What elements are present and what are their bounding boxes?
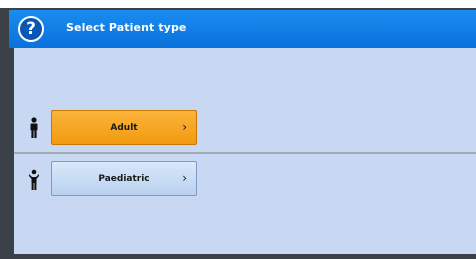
help-icon[interactable]: ?	[18, 16, 44, 42]
chevron-right-icon: ›	[182, 171, 187, 185]
child-person-icon	[29, 169, 39, 190]
adult-button-label: Adult	[110, 122, 138, 133]
dialog-title: Select Patient type	[66, 21, 187, 34]
adult-person-icon	[30, 117, 38, 138]
adult-button[interactable]: Adult ›	[51, 110, 197, 145]
content-panel: Adult › Paediatric ›	[14, 48, 476, 254]
title-bar: ? Select Patient type	[9, 10, 476, 48]
help-icon-glyph: ?	[26, 19, 36, 39]
divider	[14, 152, 476, 154]
chevron-right-icon: ›	[182, 120, 187, 134]
paediatric-button[interactable]: Paediatric ›	[51, 161, 197, 196]
paediatric-button-label: Paediatric	[98, 173, 150, 184]
